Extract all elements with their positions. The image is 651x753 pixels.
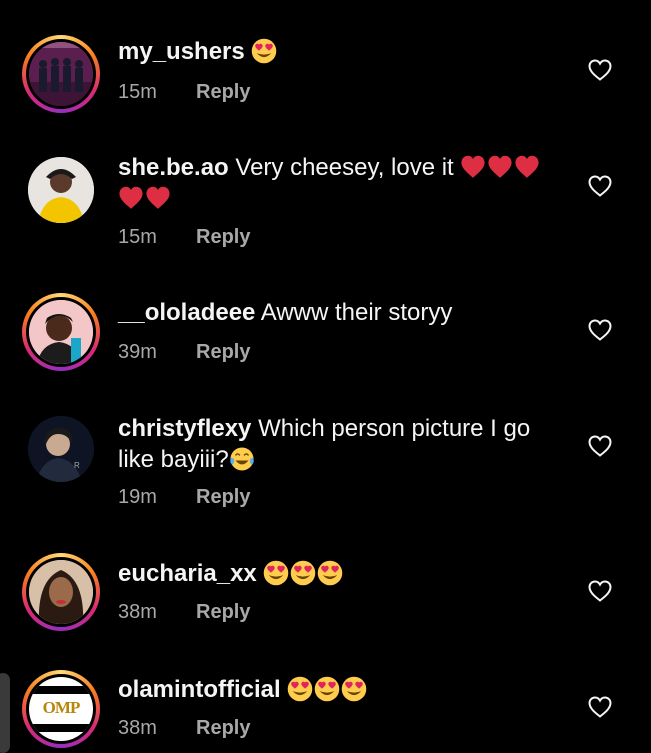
reply-button[interactable]: Reply xyxy=(196,81,250,103)
avatar: OMP xyxy=(29,677,93,741)
reply-button[interactable]: Reply xyxy=(196,341,250,363)
comment-text: Awww their storyy xyxy=(260,299,453,326)
avatar-plain[interactable] xyxy=(22,151,100,229)
emoji-red-heart-icon xyxy=(487,154,514,181)
avatar-story-ring[interactable] xyxy=(22,553,100,631)
comment-username[interactable]: she.be.ao xyxy=(118,154,229,181)
avatar xyxy=(29,300,93,364)
avatar xyxy=(29,560,93,624)
emoji-red-heart-icon xyxy=(145,185,172,212)
avatar-story-ring[interactable]: OMP xyxy=(22,670,100,748)
person-photo-icon xyxy=(29,300,93,364)
comment-text: Very cheesey, love it xyxy=(235,154,454,181)
person-photo-icon: R xyxy=(28,416,94,482)
svg-text:R: R xyxy=(74,461,80,470)
reply-button[interactable]: Reply xyxy=(196,486,250,508)
avatar-plain[interactable]: R xyxy=(22,410,100,488)
comment-username[interactable]: christyflexy xyxy=(118,415,251,442)
person-photo-icon xyxy=(28,157,94,223)
brand-logo: OMP xyxy=(42,698,81,717)
reply-button[interactable]: Reply xyxy=(196,226,250,248)
like-heart-icon[interactable] xyxy=(588,580,612,602)
edge-panel-handle[interactable] xyxy=(0,673,10,753)
reply-button[interactable]: Reply xyxy=(196,601,250,623)
emoji-heart-eyes-icon xyxy=(314,676,341,703)
comment-time: 39m xyxy=(118,341,157,363)
emoji-heart-eyes-icon xyxy=(317,560,344,587)
comment-time: 15m xyxy=(118,226,157,248)
emoji-heart-eyes-icon xyxy=(341,676,368,703)
like-heart-icon[interactable] xyxy=(588,696,612,718)
emoji-red-heart-icon xyxy=(514,154,541,181)
like-heart-icon[interactable] xyxy=(588,59,612,81)
avatar xyxy=(29,42,93,106)
person-photo-icon xyxy=(29,560,93,624)
emoji-red-heart-icon xyxy=(460,154,487,181)
reply-button[interactable]: Reply xyxy=(196,717,250,739)
comment-username[interactable]: olamintofficial xyxy=(118,676,281,703)
comment-username[interactable]: __ololadeee xyxy=(118,299,255,326)
emoji-red-heart-icon xyxy=(118,185,145,212)
group-photo-icon xyxy=(29,42,93,106)
emoji-heart-eyes-icon xyxy=(263,560,290,587)
avatar-story-ring[interactable] xyxy=(22,35,100,113)
like-heart-icon[interactable] xyxy=(588,435,612,457)
emoji-tears-of-joy-icon xyxy=(229,446,256,473)
emoji-heart-eyes-icon xyxy=(290,560,317,587)
comment-time: 38m xyxy=(118,601,157,623)
comment-username[interactable]: eucharia_xx xyxy=(118,560,257,587)
comment-time: 38m xyxy=(118,717,157,739)
comment-time: 19m xyxy=(118,486,157,508)
comment-username[interactable]: my_ushers xyxy=(118,38,245,65)
avatar xyxy=(28,157,94,223)
like-heart-icon[interactable] xyxy=(588,319,612,341)
like-heart-icon[interactable] xyxy=(588,175,612,197)
emoji-heart-eyes-icon xyxy=(251,38,278,65)
comment-time: 15m xyxy=(118,81,157,103)
avatar-story-ring[interactable] xyxy=(22,293,100,371)
emoji-heart-eyes-icon xyxy=(287,676,314,703)
avatar: R xyxy=(28,416,94,482)
